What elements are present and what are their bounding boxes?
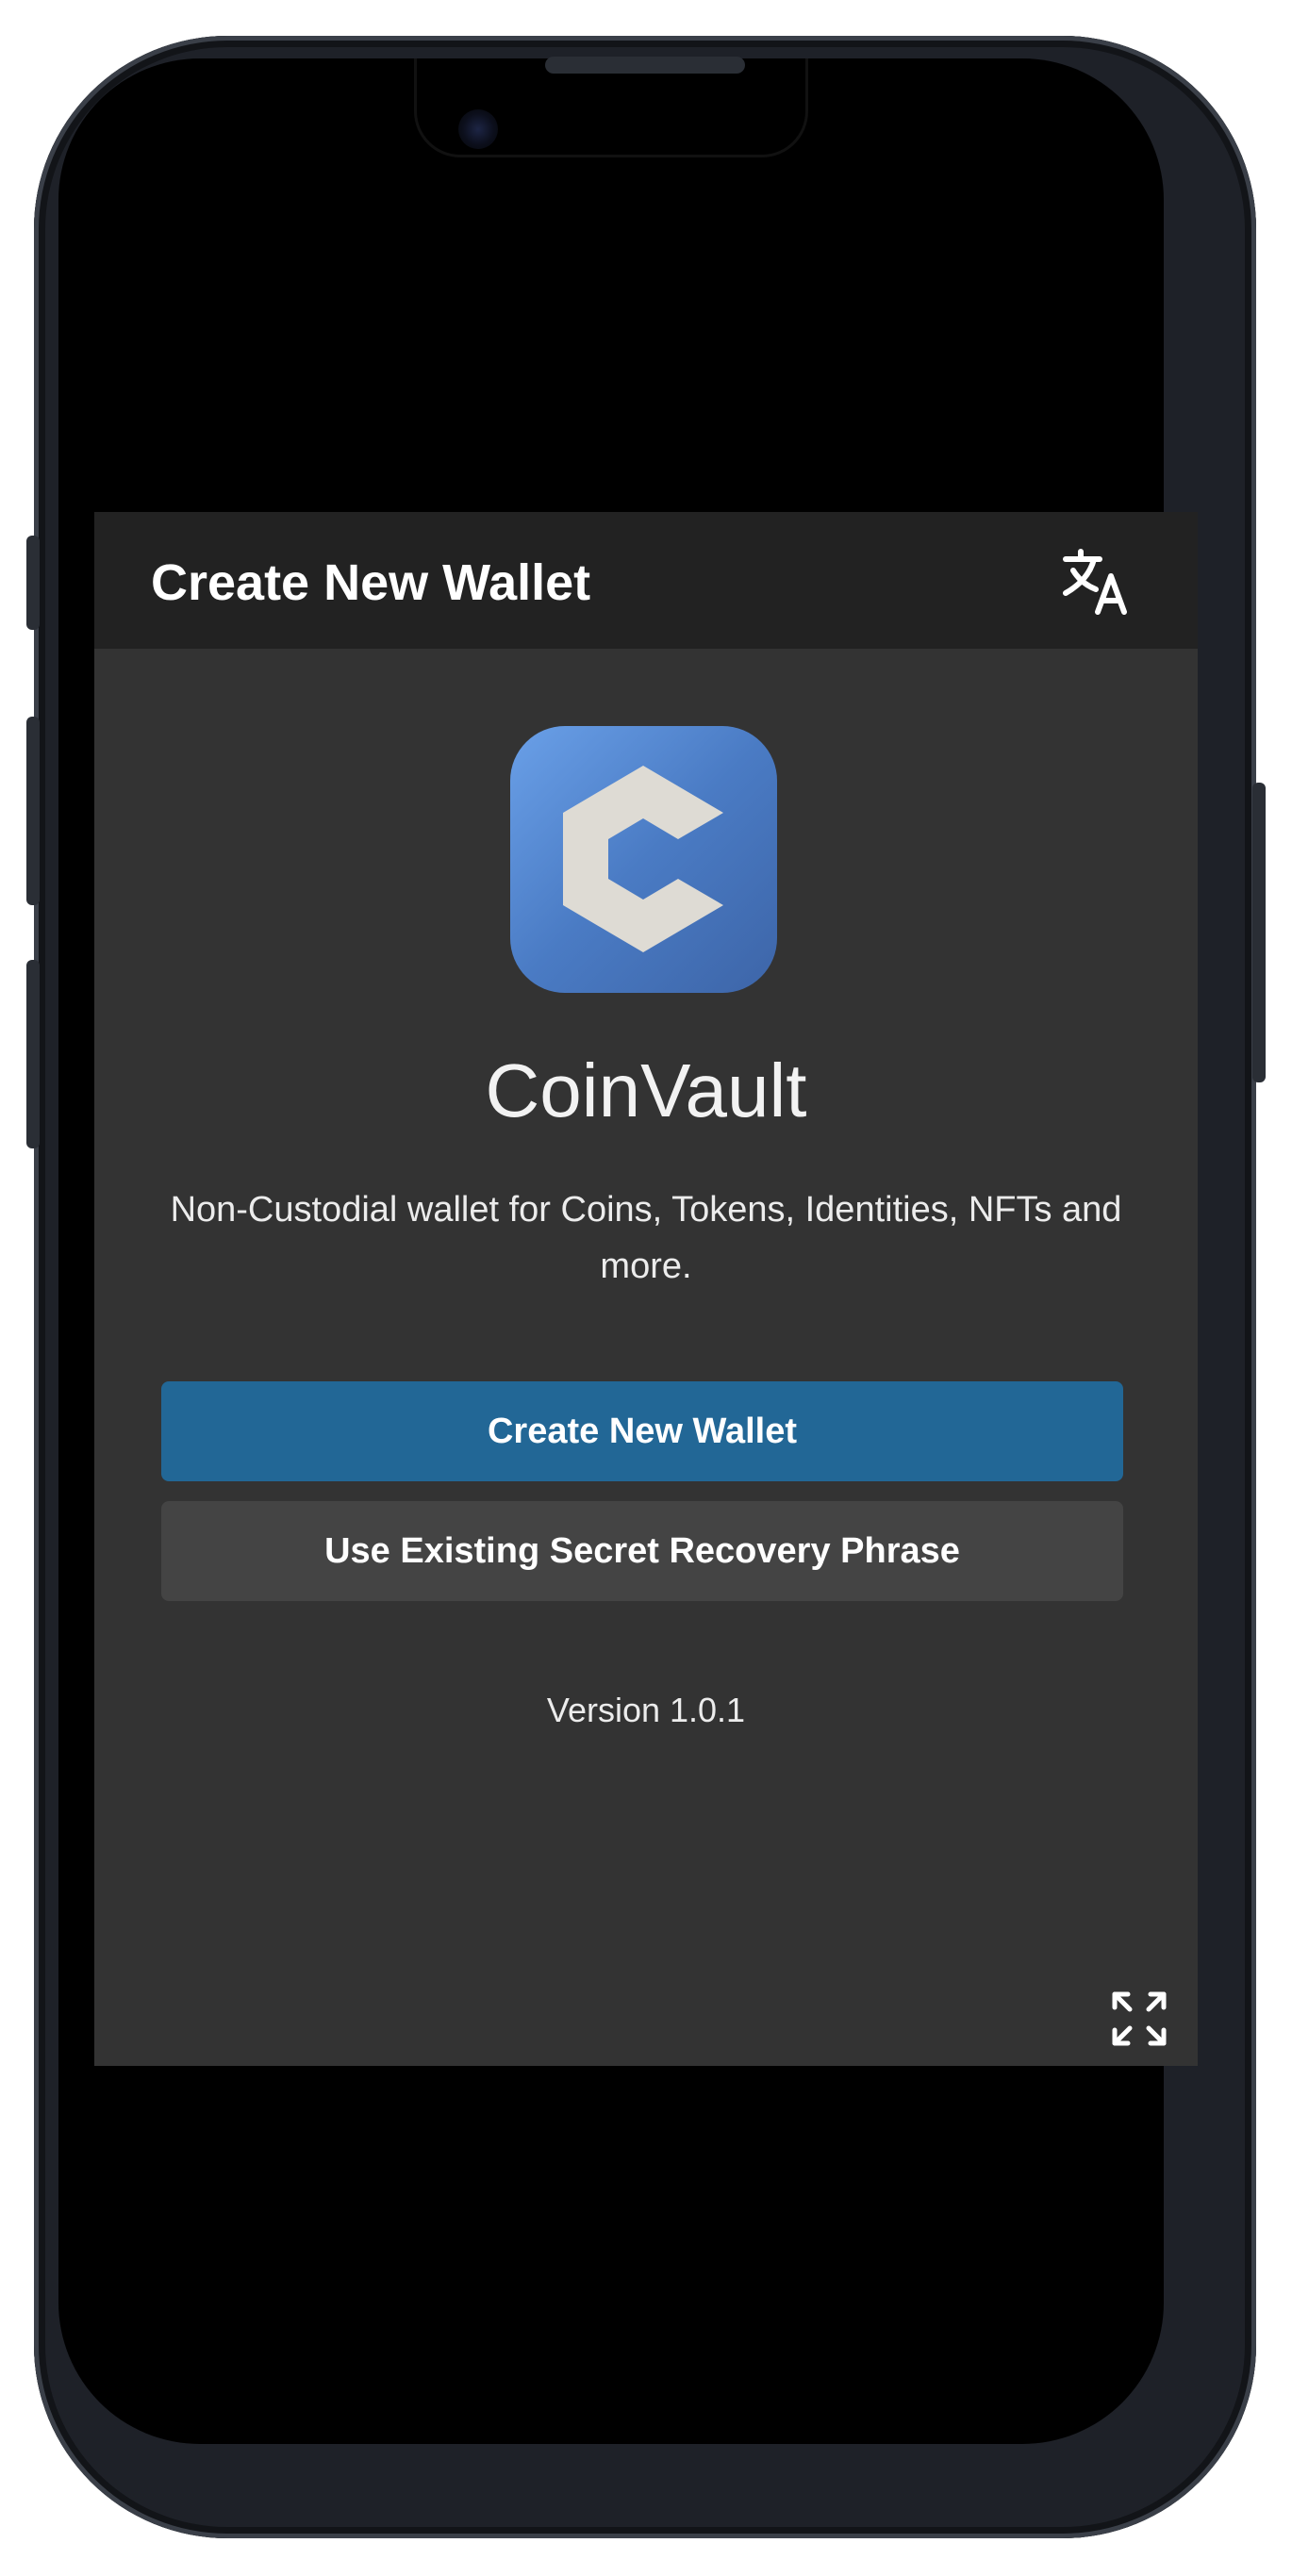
translate-icon[interactable] bbox=[1060, 546, 1135, 616]
use-existing-phrase-button[interactable]: Use Existing Secret Recovery Phrase bbox=[161, 1501, 1123, 1601]
volume-up-button bbox=[26, 717, 40, 905]
earpiece-speaker bbox=[545, 57, 745, 74]
fullscreen-icon[interactable] bbox=[1111, 1990, 1168, 2047]
create-new-wallet-button[interactable]: Create New Wallet bbox=[161, 1381, 1123, 1481]
power-button bbox=[1252, 783, 1266, 1082]
wallet-app: Create New Wallet CoinVault Non-Custodia… bbox=[94, 512, 1198, 2066]
app-tagline: Non-Custodial wallet for Coins, Tokens, … bbox=[170, 1190, 1122, 1286]
volume-down-button bbox=[26, 960, 40, 1148]
front-camera bbox=[458, 109, 498, 149]
mute-switch bbox=[26, 536, 40, 630]
page-title: Create New Wallet bbox=[151, 554, 591, 611]
version-text: Version 1.0.1 bbox=[546, 1691, 746, 1729]
coinvault-logo-icon bbox=[510, 726, 777, 993]
app-header: Create New Wallet bbox=[94, 512, 1198, 649]
app-name: CoinVault bbox=[485, 1049, 807, 1132]
